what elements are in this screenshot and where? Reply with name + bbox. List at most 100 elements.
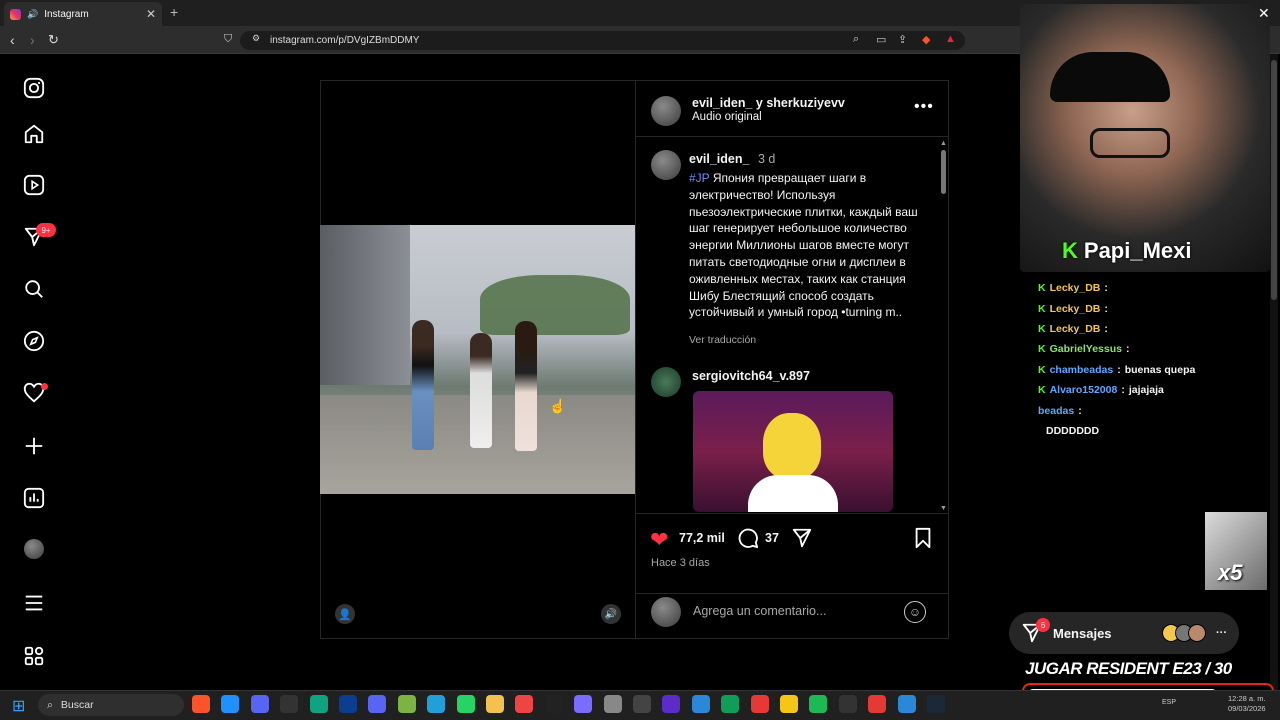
taskbar-app-icon[interactable] (486, 695, 504, 713)
taskbar-app-icon[interactable] (750, 695, 769, 713)
taskbar-app-icon[interactable] (868, 695, 887, 713)
taskbar-search[interactable]: ⌕ Buscar (38, 694, 184, 716)
chat-message: K Lecky_DB: (1038, 278, 1270, 298)
emoji-icon[interactable]: ☺ (904, 601, 926, 623)
window-close-icon[interactable]: ✕ (1258, 5, 1270, 22)
taskbar-app-icon[interactable] (544, 695, 563, 713)
comment-icon[interactable] (737, 527, 759, 555)
my-avatar (651, 597, 681, 627)
taskbar-app-icon[interactable] (662, 695, 681, 713)
chat-username[interactable]: beadas (1038, 405, 1074, 417)
streamer-name: K Papi_Mexi (1062, 238, 1192, 264)
language-indicator[interactable]: ESP (1162, 699, 1176, 706)
chat-username[interactable]: Lecky_DB (1050, 282, 1101, 294)
back-icon[interactable]: ‹ (10, 32, 15, 48)
taskbar-app-icon[interactable] (927, 695, 945, 713)
cast-icon[interactable]: ▭ (876, 33, 886, 46)
taskbar-app-icon[interactable] (221, 695, 240, 713)
chat-username[interactable]: Lecky_DB (1050, 323, 1101, 335)
taskbar-app-icon[interactable] (397, 695, 416, 713)
webcam-glasses (1090, 128, 1170, 158)
post-author-name[interactable]: evil_iden_ y sherkuziyevv (692, 96, 845, 110)
taskbar-app-icon[interactable] (897, 695, 916, 713)
taskbar-app-icon[interactable] (309, 695, 328, 713)
like-heart-icon[interactable]: ❤ (650, 527, 668, 553)
caption-text: #JP Япония превращает шаги в электричест… (689, 170, 925, 321)
brave-rewards-icon[interactable]: ▲ (945, 33, 956, 45)
zoom-icon[interactable]: ⌕ (853, 33, 859, 46)
taskbar-app-icon[interactable] (192, 695, 210, 713)
menu-icon[interactable] (22, 591, 46, 615)
scroll-up-icon[interactable]: ▲ (940, 140, 947, 147)
messages-more-icon[interactable]: ··· (1216, 627, 1227, 639)
like-count[interactable]: 77,2 mil (679, 531, 725, 545)
dashboard-icon[interactable] (22, 486, 46, 510)
post-author-avatar[interactable] (651, 96, 681, 126)
also-from-meta-icon[interactable] (22, 644, 46, 668)
system-clock[interactable]: 12:28 a. m. 09/03/2026 (1228, 694, 1266, 714)
taskbar-app-icon[interactable] (838, 695, 857, 713)
create-icon[interactable] (22, 434, 46, 458)
post-audio[interactable]: Audio original (692, 111, 762, 123)
caption-author-avatar[interactable] (651, 150, 681, 180)
chat-username[interactable]: GabrielYessus (1050, 343, 1122, 355)
chat-message: DDDDDDD (1038, 421, 1270, 441)
profile-avatar[interactable] (24, 539, 44, 559)
page-scroll-thumb[interactable] (1271, 60, 1277, 300)
chat-username[interactable]: Alvaro152008 (1050, 384, 1118, 396)
post-video[interactable] (320, 225, 635, 494)
taskbar-app-icon[interactable] (427, 695, 446, 713)
taskbar-app-icon[interactable] (809, 695, 828, 713)
new-tab-button[interactable]: + (170, 4, 178, 20)
comment-gif[interactable] (693, 391, 893, 512)
search-icon[interactable] (22, 277, 46, 301)
comments-scrollbar[interactable] (940, 140, 948, 512)
tagged-users-icon[interactable]: 👤 (335, 604, 355, 624)
taskbar-app-icon[interactable] (721, 695, 740, 713)
kick-badge-icon: K (1038, 363, 1046, 376)
caption-author-name[interactable]: evil_iden_ (689, 152, 749, 166)
taskbar-app-icon[interactable] (691, 695, 710, 713)
site-settings-icon[interactable]: ⚙ (252, 33, 260, 44)
taskbar-app-icon[interactable] (515, 695, 534, 713)
taskbar-app-icon[interactable] (250, 695, 269, 713)
taskbar-app-icon[interactable] (280, 695, 299, 713)
windows-start-icon[interactable]: ⊞ (12, 696, 25, 716)
share-post-icon[interactable] (791, 527, 813, 555)
comment-input[interactable]: Agrega un comentario... (693, 604, 826, 618)
save-bookmark-icon[interactable] (912, 527, 934, 555)
volume-icon[interactable]: 🔊 (601, 604, 621, 624)
share-icon[interactable]: ⇪ (898, 33, 907, 46)
see-translation-link[interactable]: Ver traducción (689, 334, 756, 346)
more-options-icon[interactable]: ••• (914, 98, 934, 116)
taskbar-app-icon[interactable] (780, 695, 798, 713)
chat-username[interactable]: Lecky_DB (1050, 303, 1101, 315)
brave-shield-icon[interactable]: ◆ (922, 33, 930, 46)
taskbar-app-icon[interactable] (368, 695, 387, 713)
commenter-avatar[interactable] (651, 367, 681, 397)
chat-text: buenas quepa (1124, 363, 1196, 376)
chat-username[interactable]: chambeadas (1050, 364, 1114, 376)
caption-time: 3 d (757, 152, 776, 166)
reload-icon[interactable]: ↻ (48, 32, 59, 48)
explore-icon[interactable] (22, 329, 46, 353)
comment-count[interactable]: 37 (765, 531, 779, 545)
tab-close-icon[interactable]: ✕ (146, 7, 156, 21)
forward-icon[interactable]: › (30, 32, 35, 48)
scroll-down-icon[interactable]: ▼ (940, 505, 947, 512)
kick-logo-icon: K (1062, 238, 1078, 263)
commenter-name[interactable]: sergiovitch64_v.897 (692, 369, 810, 383)
taskbar-app-icon[interactable] (633, 695, 651, 713)
home-icon[interactable] (22, 122, 46, 146)
browser-tab[interactable]: 🔊 Instagram ✕ (4, 2, 162, 26)
instagram-logo-icon[interactable] (22, 76, 46, 100)
comments-scroll-thumb[interactable] (941, 150, 946, 194)
chat-separator: : (1104, 322, 1108, 335)
taskbar-app-icon[interactable] (574, 695, 593, 713)
reels-icon[interactable] (22, 173, 46, 197)
taskbar-app-icon[interactable] (456, 695, 475, 713)
caption-hashtag[interactable]: #JP (689, 171, 709, 185)
taskbar-app-icon[interactable] (339, 695, 357, 713)
taskbar-app-icon[interactable] (603, 695, 622, 713)
bookmark-icon[interactable]: ⛉ (224, 33, 232, 46)
